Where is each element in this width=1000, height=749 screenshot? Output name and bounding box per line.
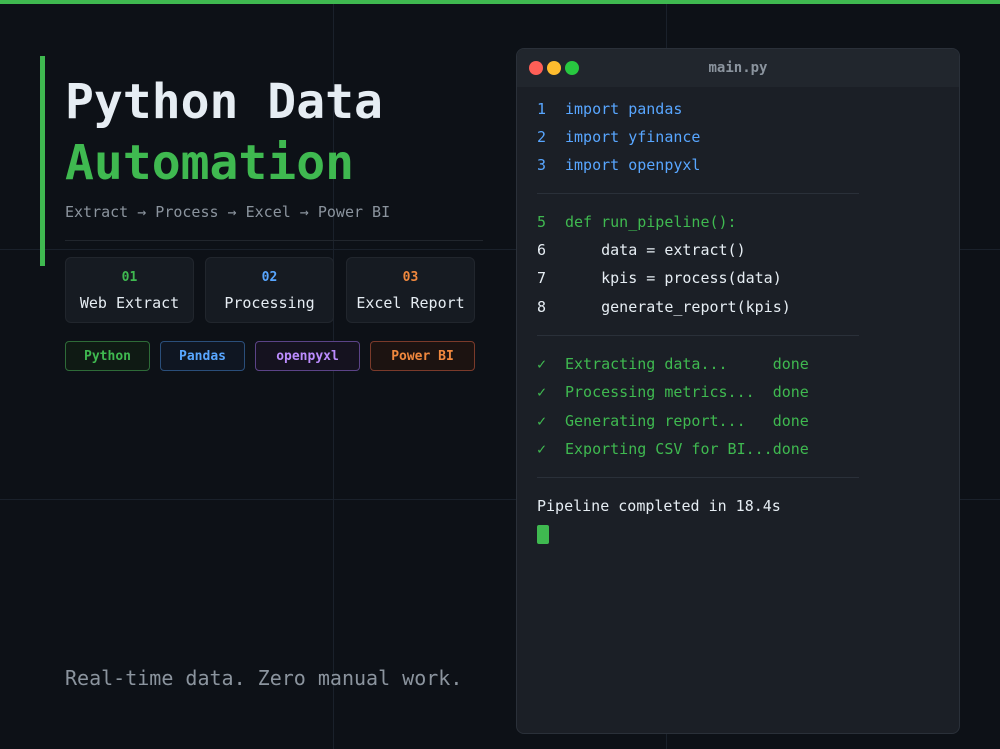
- tagline: Real-time data. Zero manual work.: [65, 666, 463, 690]
- top-accent-bar: [0, 0, 1000, 4]
- tag-openpyxl: openpyxl: [255, 341, 360, 371]
- code-text: import yfinance: [565, 128, 701, 146]
- code-text: def run_pipeline():: [565, 213, 737, 231]
- code-line: 1 import pandas: [537, 99, 682, 119]
- line-number: 7: [537, 269, 547, 287]
- code-line: 5 def run_pipeline():: [537, 212, 737, 232]
- status-line: ✓ Generating report... done: [537, 411, 809, 431]
- step-card-processing: 02 Processing: [205, 257, 334, 323]
- code-line: 8 generate_report(kpis): [537, 297, 791, 317]
- check-icon: ✓: [537, 355, 547, 373]
- status-text: Processing metrics... done: [565, 383, 809, 401]
- step-number: 03: [402, 270, 419, 285]
- status-line: ✓ Exporting CSV for BI...done: [537, 439, 809, 459]
- check-icon: ✓: [537, 412, 547, 430]
- code-text: data = extract(): [565, 241, 746, 259]
- editor-titlebar: main.py: [517, 49, 959, 87]
- tag-power-bi: Power BI: [370, 341, 475, 371]
- line-number: 5: [537, 213, 547, 231]
- check-icon: ✓: [537, 383, 547, 401]
- check-icon: ✓: [537, 440, 547, 458]
- step-number: 02: [261, 270, 278, 285]
- code-line: 3 import openpyxl: [537, 155, 700, 175]
- step-card-excel-report: 03 Excel Report: [346, 257, 475, 323]
- line-number: 2: [537, 128, 547, 146]
- code-text: import openpyxl: [565, 156, 701, 174]
- code-text: generate_report(kpis): [565, 298, 791, 316]
- code-separator: [537, 193, 859, 194]
- tag-python: Python: [65, 341, 150, 371]
- page-title-highlight: Automation: [65, 135, 354, 191]
- code-line: 6 data = extract(): [537, 240, 746, 260]
- step-label: Web Extract: [79, 294, 180, 312]
- line-number: 6: [537, 241, 547, 259]
- status-line: ✓ Extracting data... done: [537, 354, 809, 374]
- page-title: Python Data: [65, 74, 383, 130]
- status-text: Exporting CSV for BI...done: [565, 440, 809, 458]
- code-editor-window: main.py 1 import pandas 2 import yfinance …: [516, 48, 960, 734]
- pipeline-subtitle: Extract → Process → Excel → Power BI: [65, 203, 391, 221]
- line-number: 3: [537, 156, 547, 174]
- code-separator: [537, 335, 859, 336]
- status-text: Extracting data... done: [565, 355, 809, 373]
- code-line: 2 import yfinance: [537, 127, 700, 147]
- step-number: 01: [121, 270, 138, 285]
- status-line: ✓ Processing metrics... done: [537, 382, 809, 402]
- step-label: Excel Report: [356, 294, 465, 312]
- completion-message: Pipeline completed in 18.4s: [537, 497, 781, 515]
- step-label: Processing: [224, 294, 315, 312]
- line-number: 1: [537, 100, 547, 118]
- code-line: 7 kpis = process(data): [537, 268, 782, 288]
- divider: [65, 240, 483, 241]
- step-card-web-extract: 01 Web Extract: [65, 257, 194, 323]
- status-text: Generating report... done: [565, 412, 809, 430]
- title-accent-bar: [40, 56, 45, 266]
- code-separator: [537, 477, 859, 478]
- editor-filename: main.py: [708, 60, 768, 76]
- code-text: import pandas: [565, 100, 683, 118]
- code-text: kpis = process(data): [565, 269, 782, 287]
- line-number: 8: [537, 298, 547, 316]
- tag-pandas: Pandas: [160, 341, 245, 371]
- terminal-cursor: [537, 525, 549, 544]
